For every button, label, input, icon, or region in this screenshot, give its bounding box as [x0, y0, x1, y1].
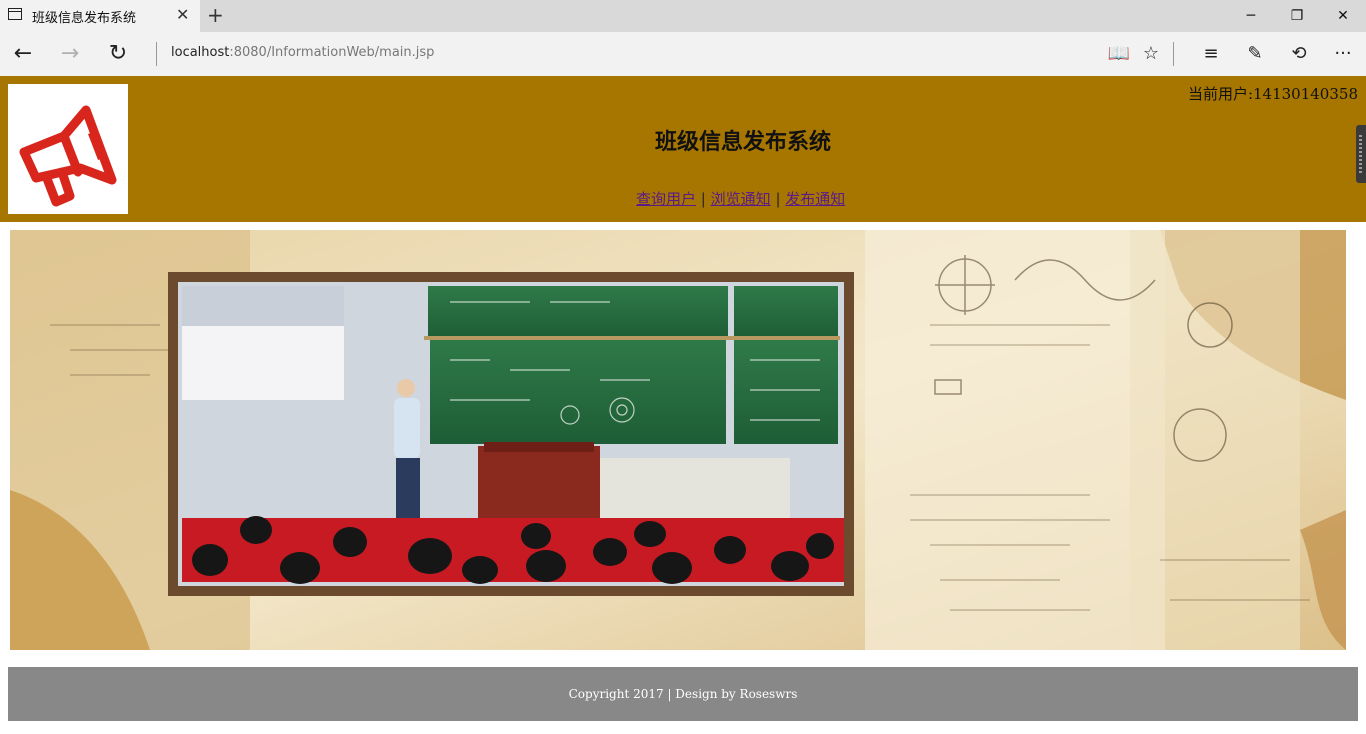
site-header: 当前用户:14130140358 班级信息发布系统 查询用户 | 浏览通知 | … [0, 76, 1366, 222]
forward-button[interactable]: → [55, 39, 85, 69]
new-tab-button[interactable]: + [207, 3, 224, 27]
address-separator [156, 42, 157, 66]
nav-link-query-users[interactable]: 查询用户 [636, 190, 696, 208]
nav-link-browse-notices[interactable]: 浏览通知 [711, 190, 771, 208]
tab-title: 班级信息发布系统 [32, 11, 137, 26]
web-note-icon[interactable]: ✎ [1241, 40, 1269, 68]
main-nav: 查询用户 | 浏览通知 | 发布通知 [636, 188, 845, 209]
scrollbar[interactable] [1356, 125, 1366, 183]
browser-tab[interactable]: 班级信息发布系统 ✕ [0, 0, 200, 32]
url-host: localhost [171, 45, 230, 60]
banner-image [10, 230, 1346, 650]
close-window-button[interactable]: ✕ [1320, 0, 1366, 32]
page-icon [8, 8, 22, 20]
browser-tab-bar: 班级信息发布系统 ✕ + ─ ❐ ✕ [0, 0, 1366, 32]
current-user-label: 当前用户:14130140358 [1187, 85, 1358, 103]
reading-view-icon[interactable]: 📖 [1105, 40, 1133, 68]
hub-icon[interactable]: ≡ [1197, 40, 1225, 68]
close-tab-icon[interactable]: ✕ [176, 5, 189, 24]
restore-button[interactable]: ❐ [1274, 0, 1320, 32]
toolbar-separator [1173, 42, 1174, 66]
refresh-button[interactable]: ↻ [103, 39, 133, 69]
footer: Copyright 2017 | Design by Roseswrs [8, 667, 1358, 721]
nav-separator: | [700, 190, 706, 208]
url-path: :8080/InformationWeb/main.jsp [229, 45, 435, 60]
share-icon[interactable]: ⟲ [1285, 40, 1313, 68]
nav-link-publish-notice[interactable]: 发布通知 [785, 190, 845, 208]
back-button[interactable]: ← [8, 39, 38, 69]
page-title: 班级信息发布系统 [654, 129, 831, 155]
minimize-button[interactable]: ─ [1228, 0, 1274, 32]
more-icon[interactable]: ··· [1329, 40, 1357, 68]
address-input[interactable]: localhost:8080/InformationWeb/main.jsp [171, 45, 434, 60]
nav-separator: | [775, 190, 781, 208]
address-bar-row: ← → ↻ localhost:8080/InformationWeb/main… [0, 32, 1366, 77]
favorite-star-icon[interactable]: ☆ [1137, 40, 1165, 68]
